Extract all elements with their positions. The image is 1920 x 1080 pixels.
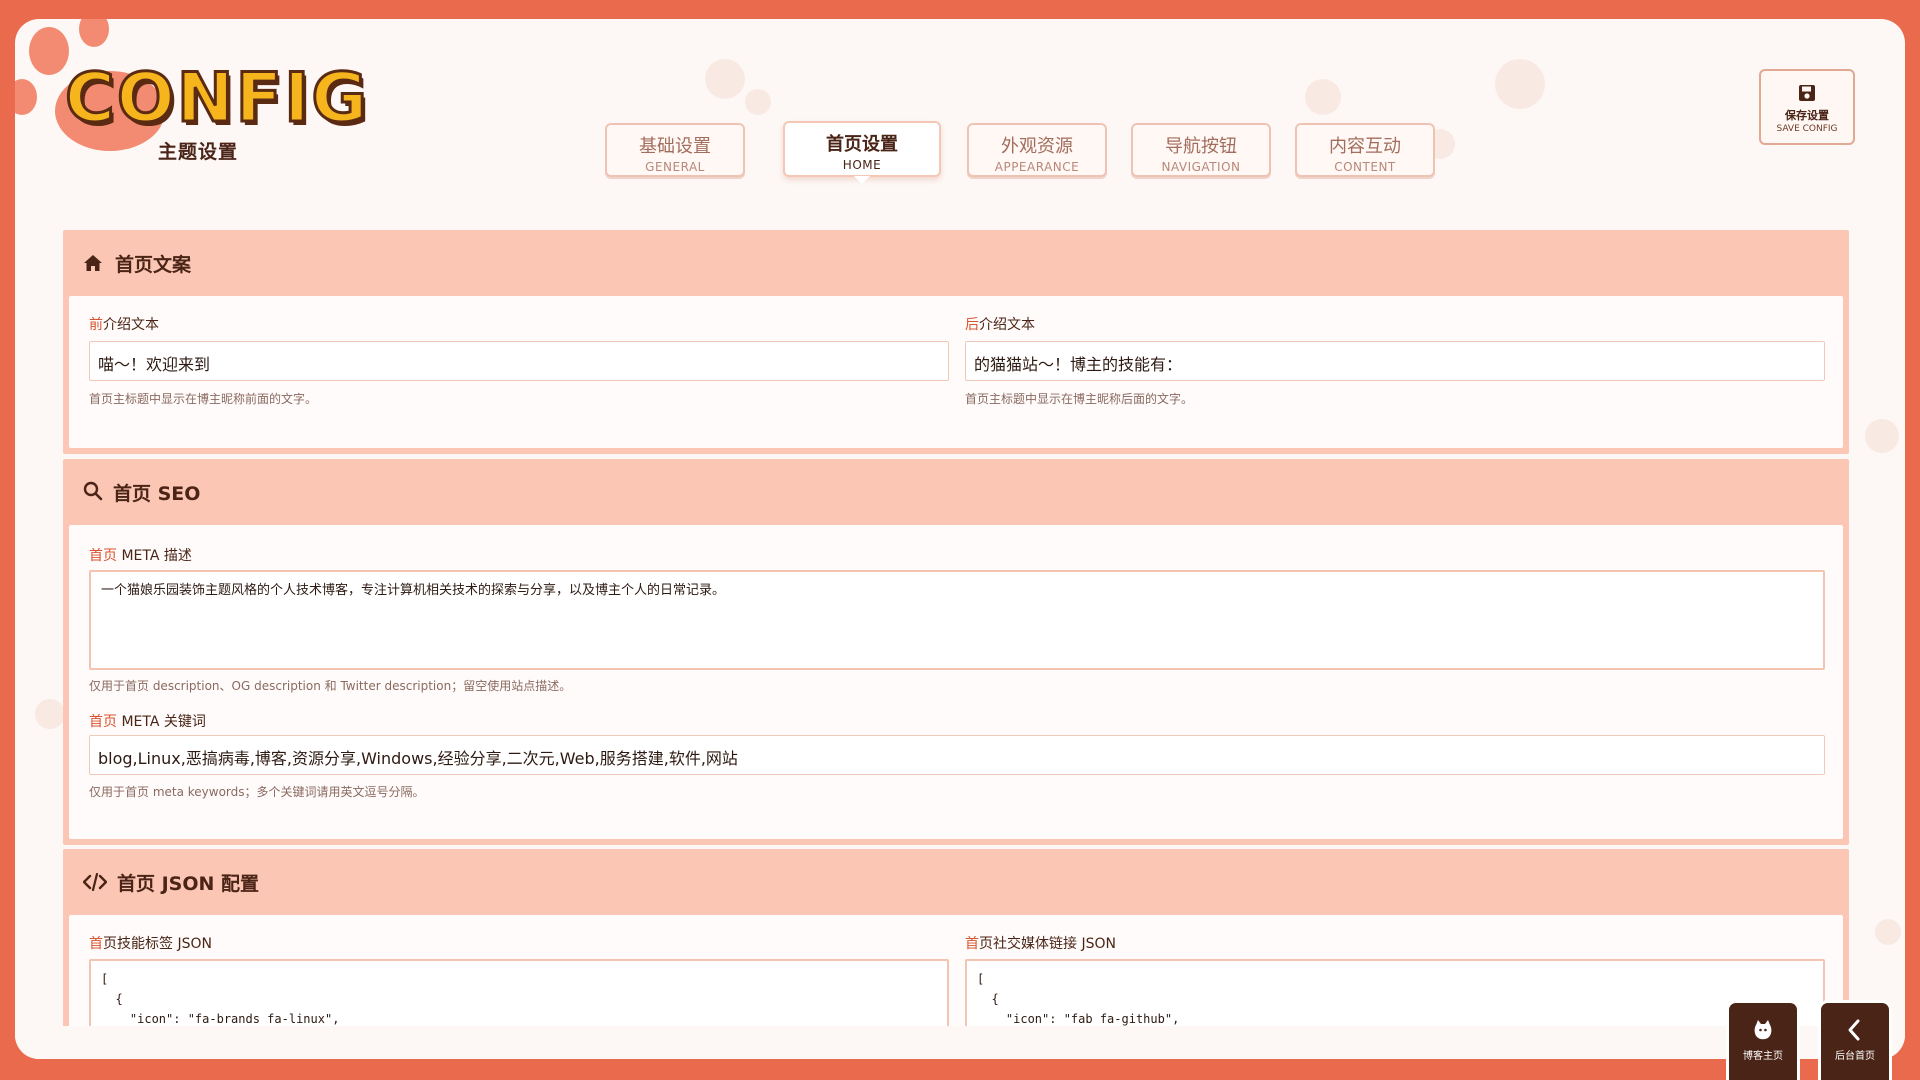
paw-decoration: [745, 89, 771, 115]
tab-label: 导航按钮: [1165, 136, 1237, 157]
logo-subtitle: 主题设置: [158, 141, 239, 163]
label-rest: 页社交媒体链接 JSON: [979, 936, 1116, 952]
label-rest: 页技能标签 JSON: [103, 936, 212, 952]
skills-json-label: 首页技能标签 JSON: [89, 933, 212, 953]
section-header: 首页 JSON 配置: [63, 849, 1849, 915]
meta-keywords-hint: 仅用于首页 meta keywords；多个关键词请用英文逗号分隔。: [89, 785, 425, 799]
logo-blob: [15, 79, 37, 115]
tab-navigation[interactable]: 导航按钮 NAVIGATION: [1131, 123, 1271, 177]
tab-sublabel: HOME: [842, 158, 882, 172]
logo-blob: [29, 27, 69, 75]
meta-description-hint: 仅用于首页 description、OG description 和 Twitt…: [89, 679, 572, 693]
code-icon: [83, 873, 107, 891]
social-json-label: 首页社交媒体链接 JSON: [965, 933, 1116, 953]
tab-label: 首页设置: [826, 134, 898, 155]
search-icon: [83, 481, 103, 501]
label-rest: META 描述: [117, 548, 192, 564]
section-title: 首页文案: [115, 254, 192, 276]
section-home-copy: 首页文案 前介绍文本 喵～！欢迎来到 首页主标题中显示在博主昵称前面的文字。 后…: [63, 230, 1849, 454]
before-intro-input[interactable]: 喵～！欢迎来到: [89, 341, 949, 381]
section-home-seo: 首页 SEO 首页 META 描述 一个猫娘乐园装饰主题风格的个人技术博客，专注…: [63, 459, 1849, 845]
label-rest: 介绍文本: [979, 317, 1035, 333]
label-accent: 前: [89, 317, 103, 333]
tab-general[interactable]: 基础设置 GENERAL: [605, 123, 745, 177]
logo: CONFIG 主题设置: [15, 19, 369, 179]
paw-decoration: [1865, 419, 1899, 453]
meta-description-label: 首页 META 描述: [89, 545, 192, 565]
logo-title: CONFIG: [63, 58, 370, 140]
tab-sublabel: CONTENT: [1334, 160, 1396, 174]
label-accent: 首: [965, 936, 979, 952]
tab-appearance[interactable]: 外观资源 APPEARANCE: [967, 123, 1107, 177]
label-rest: META 关键词: [117, 714, 206, 730]
tab-sublabel: GENERAL: [645, 160, 705, 174]
label-rest: 介绍文本: [103, 317, 159, 333]
logo-blob: [79, 19, 109, 47]
label-accent: 首页: [89, 714, 117, 730]
before-intro-hint: 首页主标题中显示在博主昵称前面的文字。: [89, 392, 318, 406]
floppy-disk-icon: [1799, 85, 1815, 101]
tab-sublabel: APPEARANCE: [994, 160, 1080, 174]
label-accent: 首页: [89, 548, 117, 564]
config-app: CONFIG 主题设置 基础设置 GENERAL 首页设置 HOME 外观资源 …: [15, 19, 1905, 1059]
blog-home-label: 博客主页: [1743, 1051, 1783, 1062]
label-accent: 后: [965, 317, 979, 333]
home-icon: [84, 255, 102, 271]
paw-decoration: [1875, 919, 1901, 945]
blog-home-button[interactable]: 博客主页: [1726, 1000, 1800, 1080]
paw-decoration: [35, 699, 65, 729]
meta-keywords-label: 首页 META 关键词: [89, 711, 206, 731]
save-label: 保存设置: [1785, 109, 1829, 122]
tab-label: 外观资源: [1001, 136, 1073, 157]
tab-sublabel: NAVIGATION: [1161, 160, 1241, 174]
paw-decoration: [1305, 79, 1341, 115]
save-sublabel: SAVE CONFIG: [1776, 124, 1838, 134]
section-title: 首页 SEO: [113, 483, 201, 505]
before-intro-label: 前介绍文本: [89, 314, 159, 334]
tab-label: 内容互动: [1329, 136, 1401, 157]
admin-home-button[interactable]: 后台首页: [1818, 1000, 1892, 1080]
bottom-edge: [15, 1026, 1905, 1059]
admin-home-label: 后台首页: [1835, 1051, 1875, 1062]
after-intro-label: 后介绍文本: [965, 314, 1035, 334]
paw-decoration: [1495, 59, 1545, 109]
section-header: 首页 SEO: [63, 459, 1849, 525]
label-accent: 首: [89, 936, 103, 952]
tab-home[interactable]: 首页设置 HOME: [783, 121, 941, 184]
meta-keywords-input[interactable]: blog,Linux,恶搞病毒,博客,资源分享,Windows,经验分享,二次元…: [89, 735, 1825, 775]
section-body: 首页 META 描述 一个猫娘乐园装饰主题风格的个人技术博客，专注计算机相关技术…: [69, 525, 1843, 839]
section-header: 首页文案: [63, 230, 1849, 296]
tab-label: 基础设置: [639, 136, 711, 157]
save-config-button[interactable]: 保存设置 SAVE CONFIG: [1759, 69, 1855, 145]
cat-icon: [1754, 1020, 1772, 1040]
section-body: 前介绍文本 喵～！欢迎来到 首页主标题中显示在博主昵称前面的文字。 后介绍文本 …: [69, 296, 1843, 448]
meta-description-textarea[interactable]: 一个猫娘乐园装饰主题风格的个人技术博客，专注计算机相关技术的探索与分享，以及博主…: [89, 570, 1825, 670]
after-intro-input[interactable]: 的猫猫站～！博主的技能有：: [965, 341, 1825, 381]
chevron-left-icon: [1848, 1019, 1860, 1041]
tab-content[interactable]: 内容互动 CONTENT: [1295, 123, 1435, 177]
after-intro-hint: 首页主标题中显示在博主昵称后面的文字。: [965, 392, 1194, 406]
section-title: 首页 JSON 配置: [117, 873, 260, 895]
paw-decoration: [705, 59, 745, 99]
